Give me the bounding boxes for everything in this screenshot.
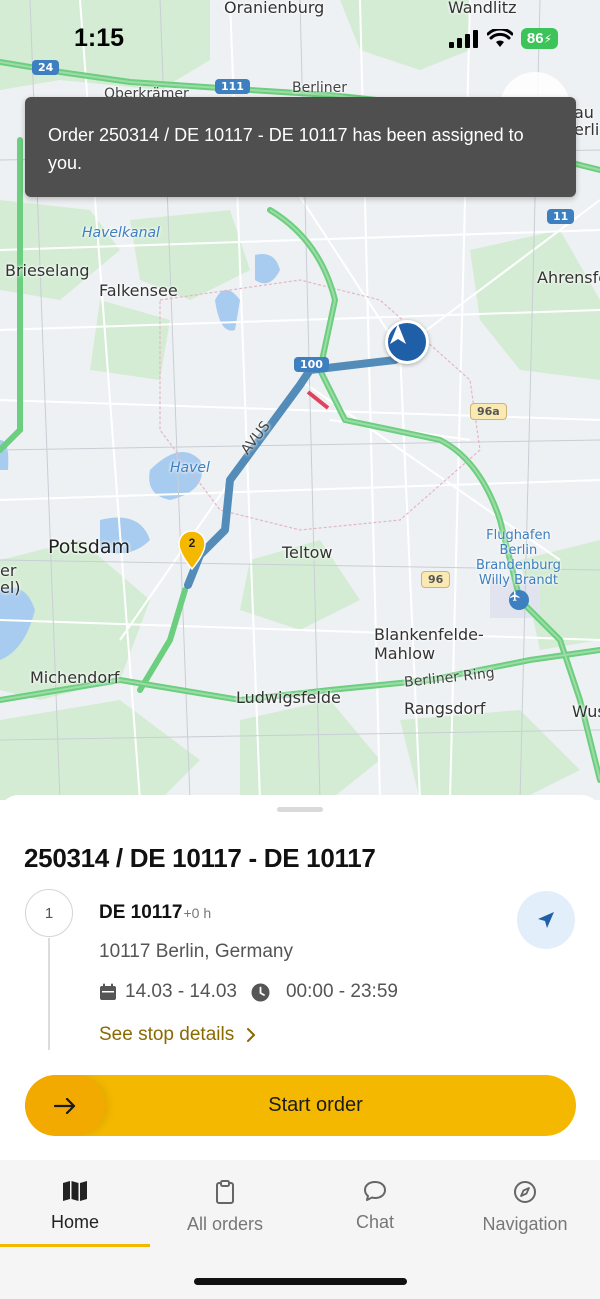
map-label-berliner-top: Berliner <box>292 80 347 96</box>
map-label-falkensee: Falkensee <box>99 281 178 300</box>
sheet-drag-handle[interactable] <box>277 807 323 812</box>
stop-pin-marker[interactable]: 2 <box>178 530 206 570</box>
chevron-right-icon <box>247 1028 256 1042</box>
tab-chat[interactable]: Chat <box>300 1160 450 1246</box>
map-icon <box>63 1181 87 1201</box>
map-label-havelkanal: Havelkanal <box>82 225 160 241</box>
shield-a11: 11 <box>547 209 575 224</box>
status-time: 1:15 <box>74 24 125 52</box>
home-indicator[interactable] <box>194 1278 407 1285</box>
see-stop-details-label: See stop details <box>99 1024 235 1045</box>
map-label-teltow: Teltow <box>282 543 333 562</box>
map-label-havel: Havel <box>170 460 210 476</box>
tab-chat-label: Chat <box>355 1212 395 1232</box>
map-label-ahrensfelde: Ahrensfe <box>537 268 600 287</box>
clock-icon <box>251 983 270 1001</box>
map-label-rangsdorf: Rangsdorf <box>404 699 486 718</box>
status-icons: 86⚡ <box>448 28 558 49</box>
stop-name: DE 10117+0 h <box>99 902 211 924</box>
map-label-potsdam: Potsdam <box>48 536 130 558</box>
compass-icon <box>514 1181 536 1203</box>
stop-date-range: 14.03 - 14.03 <box>125 981 237 1002</box>
battery-level: 86 <box>526 30 544 47</box>
airport-icon <box>509 590 529 610</box>
map-label-brieselang: Brieselang <box>5 261 90 280</box>
shield-b96a: 96a <box>470 403 507 420</box>
charging-bolt-icon: ⚡ <box>543 32 552 46</box>
start-order-slider[interactable]: Start order <box>25 1075 576 1136</box>
status-bar: 1:15 86⚡ <box>0 0 600 80</box>
battery-indicator: 86⚡ <box>520 28 558 49</box>
map-label-blankenfelde: Blankenfelde- Mahlow <box>374 625 484 663</box>
assignment-toast[interactable]: Order 250314 / DE 10117 - DE 10117 has b… <box>25 97 576 197</box>
stop-time-range: 00:00 - 23:59 <box>285 981 398 1002</box>
stop-pin-number: 2 <box>188 536 196 550</box>
navigation-arrow-icon <box>538 912 554 928</box>
map-label-airport: Flughafen Berlin Brandenburg Willy Brand… <box>476 528 561 588</box>
tab-navigation-label: Navigation <box>482 1214 568 1234</box>
stop-index-badge: 1 <box>25 889 73 937</box>
stop-schedule-row: 14.03 - 14.03 00:00 - 23:59 <box>99 981 398 1003</box>
map-label-michendorf: Michendorf <box>30 668 120 687</box>
clipboard-icon <box>216 1180 234 1204</box>
tab-all-orders[interactable]: All orders <box>150 1160 300 1246</box>
toast-message: Order 250314 / DE 10117 - DE 10117 has b… <box>48 125 524 173</box>
tab-navigation[interactable]: Navigation <box>450 1160 600 1246</box>
navigation-arrow-icon <box>390 324 406 344</box>
active-tab-indicator <box>0 1244 150 1247</box>
stop-time-offset: +0 h <box>183 905 212 921</box>
stop-index: 1 <box>44 904 54 922</box>
start-order-label: Start order <box>268 1094 363 1116</box>
calendar-icon <box>100 983 116 1000</box>
tab-all-orders-label: All orders <box>186 1214 264 1234</box>
map-label-right-edge: au erli <box>574 103 600 139</box>
tab-home[interactable]: Home <box>0 1160 150 1246</box>
map-label-ludwigsfelde: Ludwigsfelde <box>236 688 341 707</box>
map-label-left-edge: er el) <box>0 561 21 597</box>
map-label-wus: Wus <box>572 702 600 721</box>
arrow-right-icon <box>54 1097 76 1114</box>
stop-name-text: DE 10117 <box>99 902 183 923</box>
chat-bubble-icon <box>364 1181 386 1201</box>
wifi-icon <box>486 28 513 47</box>
order-title: 250314 / DE 10117 - DE 10117 <box>24 843 376 873</box>
stop-address: 10117 Berlin, Germany <box>99 941 293 962</box>
cellular-signal-icon <box>448 29 478 48</box>
shield-a100: 100 <box>294 357 329 372</box>
see-stop-details-link[interactable]: See stop details <box>99 1024 256 1046</box>
start-order-knob[interactable] <box>25 1075 105 1136</box>
navigate-to-stop-button[interactable] <box>517 891 575 949</box>
stop-timeline-line <box>48 938 50 1050</box>
shield-a111: 111 <box>215 79 250 94</box>
shield-b96: 96 <box>421 571 451 588</box>
tab-home-label: Home <box>50 1212 99 1232</box>
current-location-marker[interactable] <box>385 320 429 364</box>
